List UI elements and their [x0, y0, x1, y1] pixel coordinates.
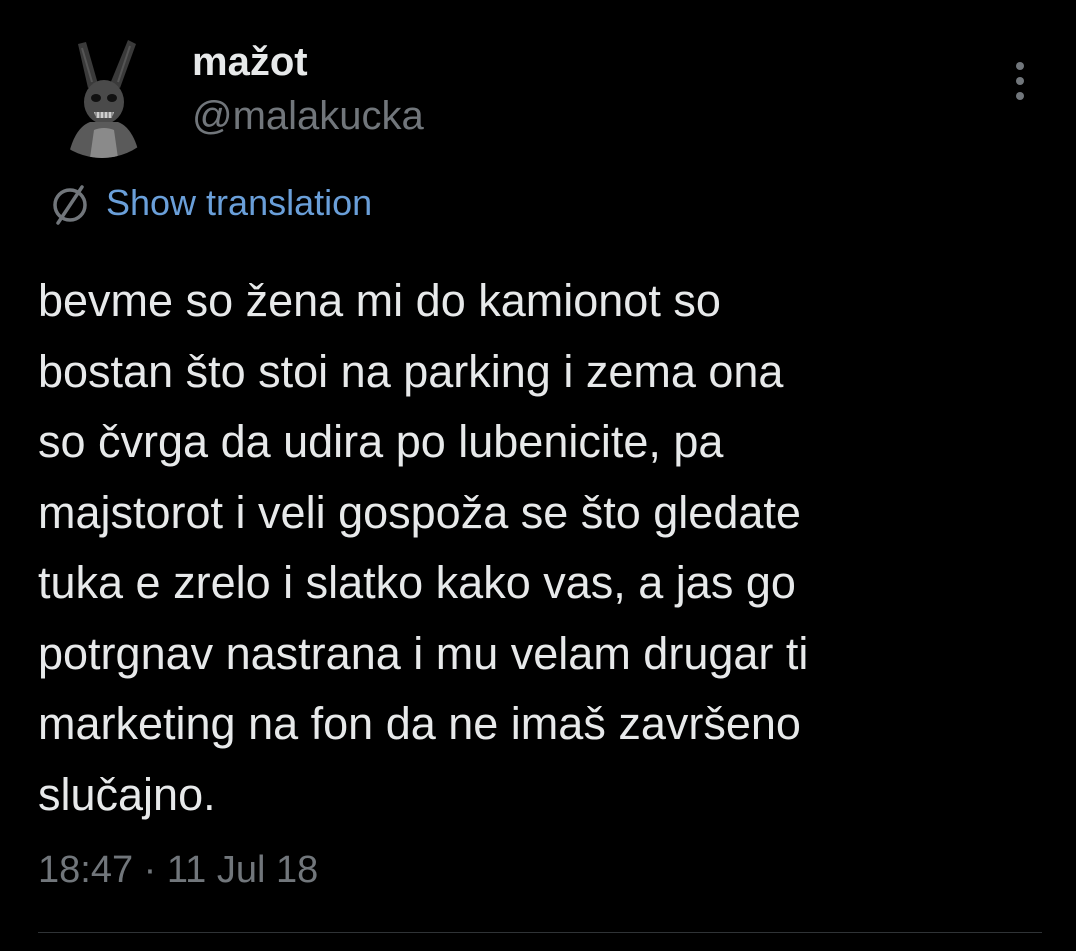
tweet-timestamp[interactable]: 18:47 · 11 Jul 18 [38, 845, 318, 895]
more-vertical-icon-dot [1016, 92, 1024, 100]
show-translation-button[interactable]: Show translation [46, 178, 372, 228]
display-name[interactable]: mažot [192, 38, 308, 86]
bunny-mask-avatar-icon [38, 30, 166, 158]
show-translation-label: Show translation [106, 182, 373, 223]
more-options-button[interactable] [1000, 56, 1040, 106]
more-vertical-icon [1016, 62, 1024, 70]
avatar[interactable] [38, 30, 166, 158]
divider [38, 932, 1042, 933]
user-handle[interactable]: @malakucka [192, 92, 424, 140]
tweet-card: mažot @malakucka Show translation bevme … [0, 0, 1076, 951]
more-vertical-icon-dot [1016, 77, 1024, 85]
translate-globe-icon [53, 185, 87, 225]
tweet-text: bevme so žena mi do kamionot so bostan š… [38, 275, 809, 820]
